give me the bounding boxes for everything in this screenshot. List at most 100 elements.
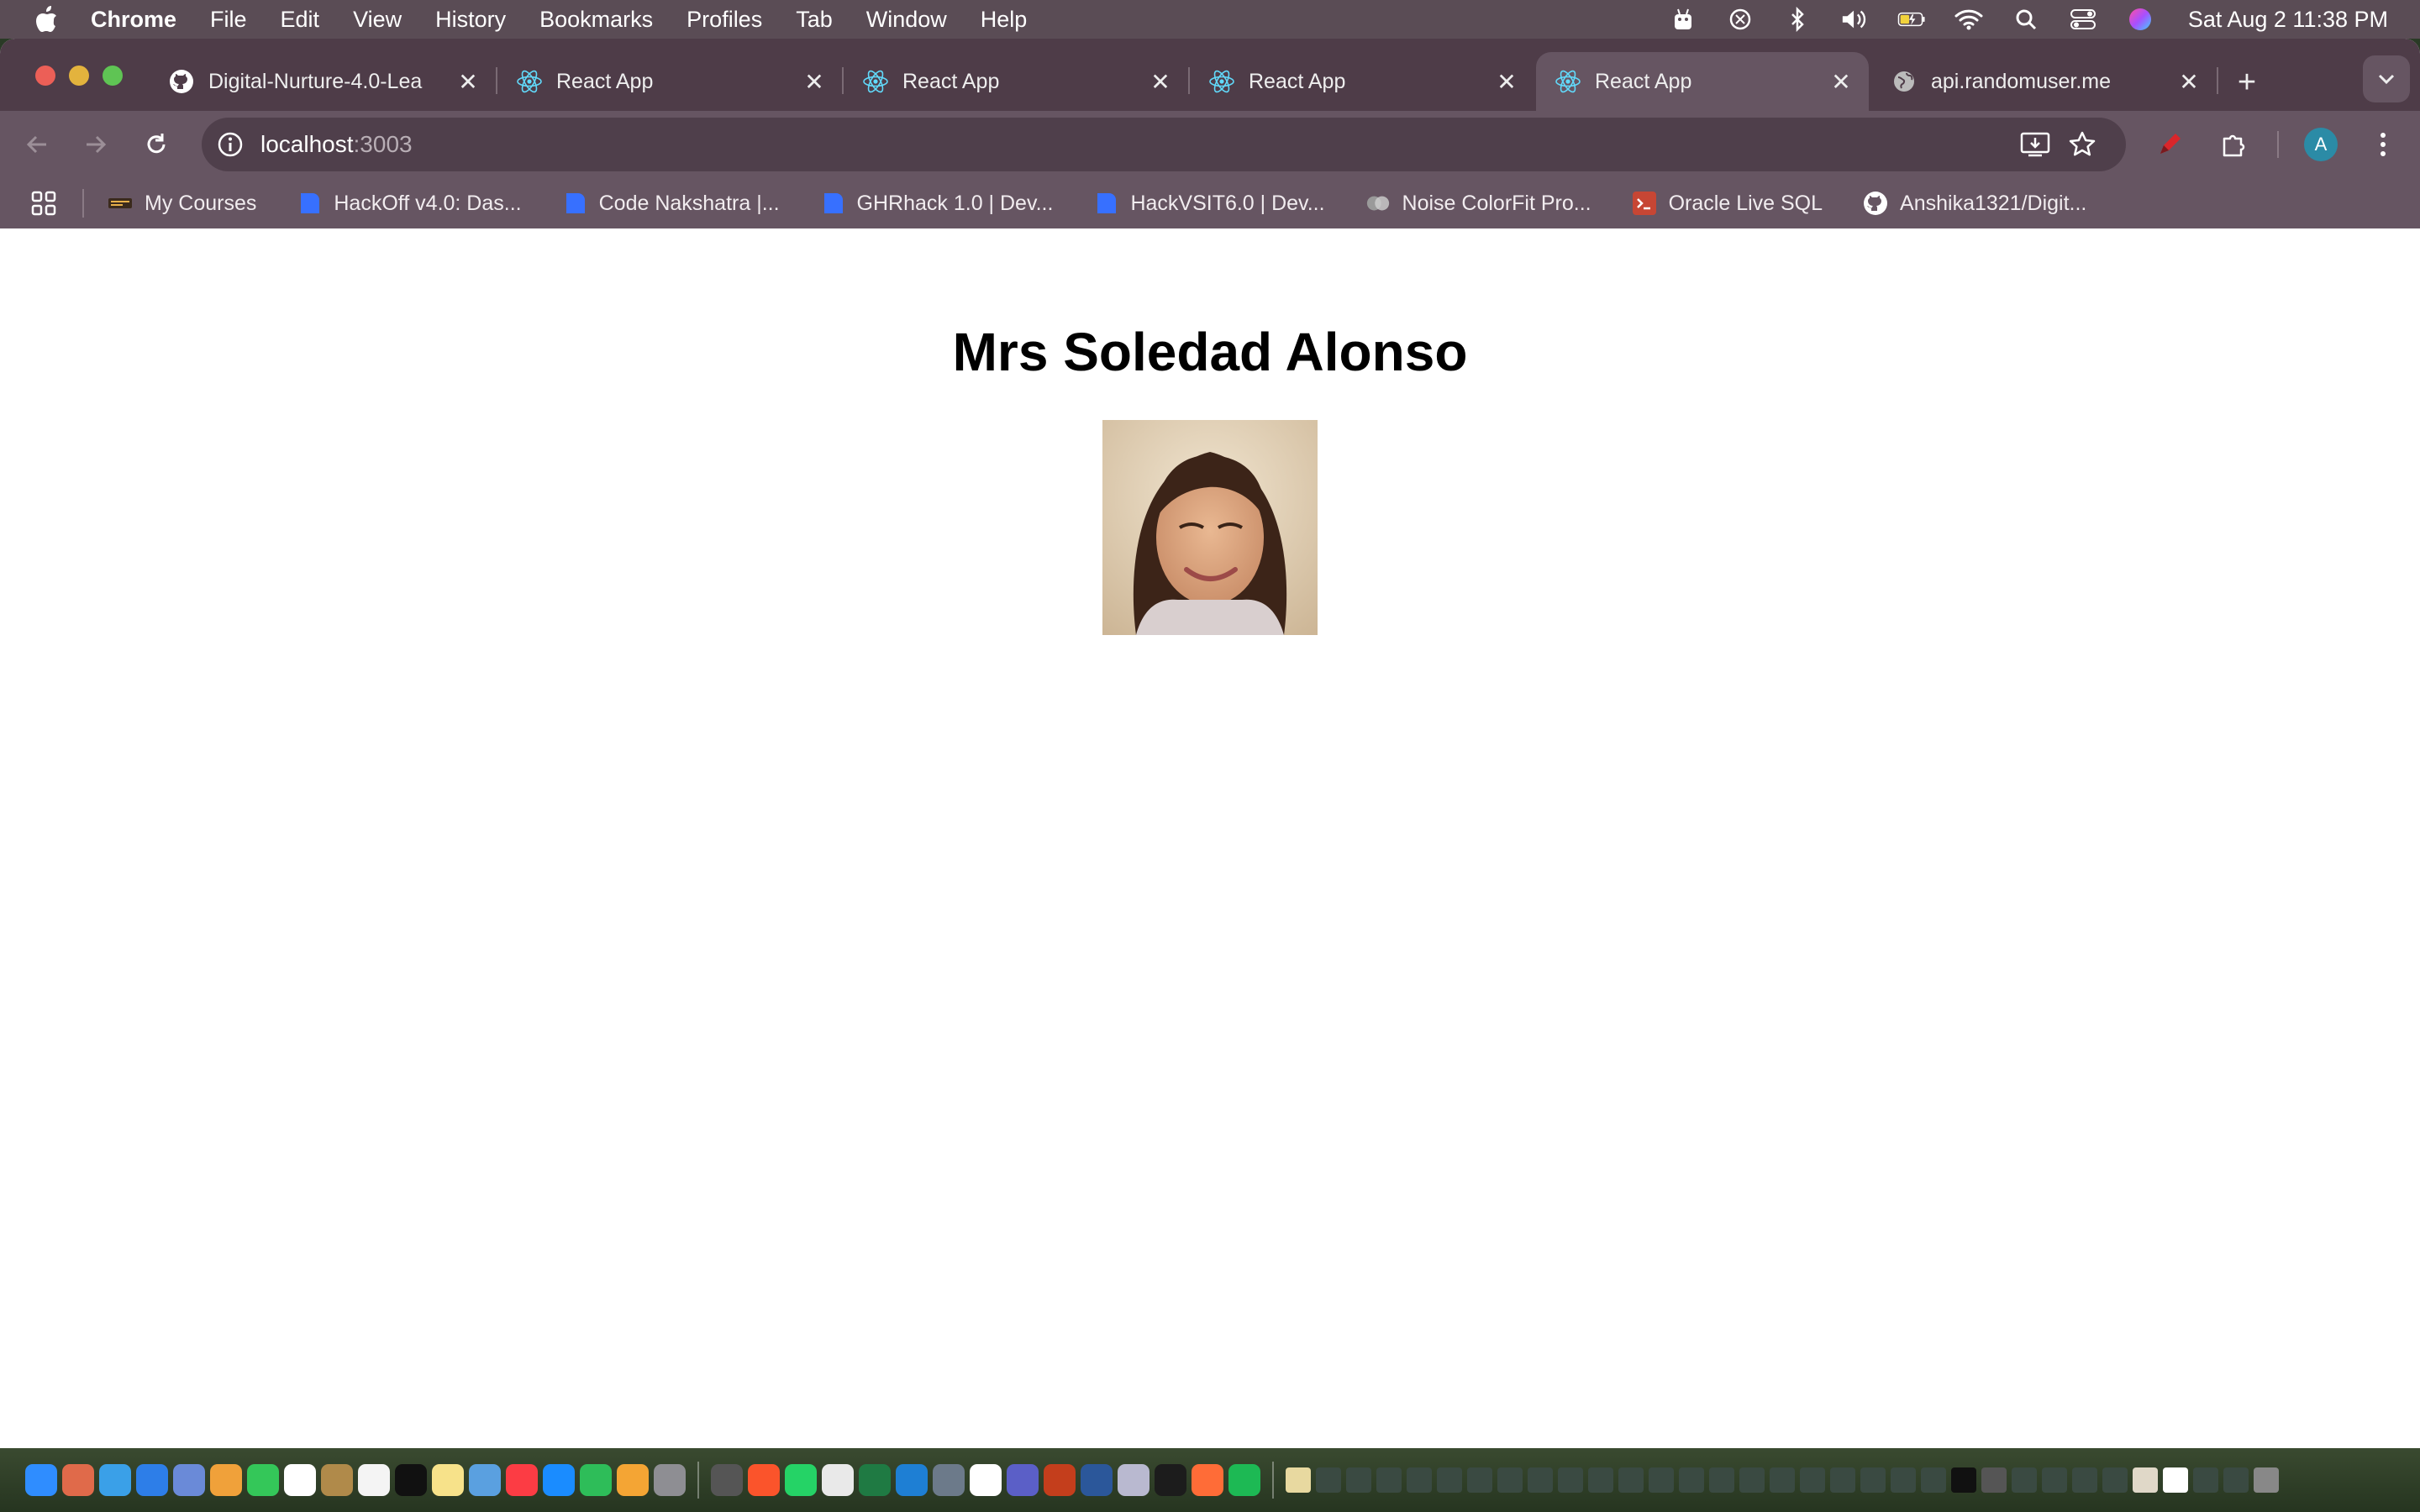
minimized-window-thumbnail[interactable] [1921,1467,1946,1493]
apple-tv-icon[interactable] [395,1464,427,1496]
mysql-workbench-icon[interactable] [933,1464,965,1496]
menu-bookmarks[interactable]: Bookmarks [539,7,653,33]
safari-icon[interactable] [99,1464,131,1496]
minimized-window-thumbnail[interactable] [1316,1467,1341,1493]
reminders-icon[interactable] [358,1464,390,1496]
extensions-puzzle-icon[interactable] [2213,124,2254,165]
minimized-window-thumbnail[interactable] [1860,1467,1886,1493]
apps-grid-icon[interactable] [27,186,60,220]
bookmark-hackvsit[interactable]: HackVSIT6.0 | Dev... [1081,191,1325,216]
site-info-icon[interactable] [215,129,245,160]
siri-icon[interactable] [2126,5,2154,34]
close-tab-icon[interactable]: ✕ [455,69,481,95]
contacts-icon[interactable] [321,1464,353,1496]
app-store-icon[interactable] [543,1464,575,1496]
minimized-window-thumbnail[interactable] [1618,1467,1644,1493]
fullscreen-window-button[interactable] [103,66,123,86]
facetime-icon[interactable] [247,1464,279,1496]
close-window-button[interactable] [35,66,55,86]
minimized-window-thumbnail[interactable] [1981,1467,2007,1493]
minimized-window-thumbnail[interactable] [2193,1467,2218,1493]
tab-digital-nurture[interactable]: Digital-Nurture-4.0-Lea ✕ [150,52,496,111]
minimized-window-thumbnail[interactable] [1739,1467,1765,1493]
minimized-window-thumbnail[interactable] [1528,1467,1553,1493]
minimized-window-thumbnail[interactable] [1830,1467,1855,1493]
menu-history[interactable]: History [435,7,506,33]
minimized-window-thumbnail[interactable] [1437,1467,1462,1493]
minimized-window-thumbnail[interactable] [1558,1467,1583,1493]
bookmark-oracle-live-sql[interactable]: Oracle Live SQL [1620,191,1823,216]
finder-icon[interactable] [25,1464,57,1496]
minimized-window-thumbnail[interactable] [2163,1467,2188,1493]
new-tab-button[interactable]: + [2230,65,2264,100]
volume-icon[interactable] [1840,5,1869,34]
bookmark-hackoff[interactable]: HackOff v4.0: Das... [285,191,522,216]
minimized-window-thumbnail[interactable] [1891,1467,1916,1493]
menu-edit[interactable]: Edit [281,7,320,33]
control-center-icon[interactable] [2069,5,2097,34]
minimized-window-thumbnail[interactable] [1497,1467,1523,1493]
install-app-icon[interactable] [2018,128,2052,161]
minimized-window-thumbnail[interactable] [2042,1467,2067,1493]
more-menu-icon[interactable] [2363,124,2403,165]
chatgpt-icon[interactable] [1726,5,1754,34]
terminal-icon[interactable] [1155,1464,1186,1496]
minimized-window-thumbnail[interactable] [2072,1467,2097,1493]
reload-button[interactable] [138,126,175,163]
postman-icon[interactable] [1192,1464,1223,1496]
minimized-window-thumbnail[interactable] [2133,1467,2158,1493]
launchpad-icon[interactable] [62,1464,94,1496]
freeform-icon[interactable] [469,1464,501,1496]
menubar-clock[interactable]: Sat Aug 2 11:38 PM [2188,7,2388,33]
close-tab-icon[interactable]: ✕ [1494,69,1519,95]
url-text[interactable]: localhost:3003 [260,131,413,158]
system-settings-icon[interactable] [654,1464,686,1496]
trash-icon[interactable] [2254,1467,2279,1493]
forward-button[interactable] [77,126,114,163]
calendar-icon[interactable] [284,1464,316,1496]
minimized-window-thumbnail[interactable] [1800,1467,1825,1493]
back-button[interactable] [18,126,55,163]
bookmark-github-repo[interactable]: Anshika1321/Digit... [1851,191,2086,216]
excel-icon[interactable] [859,1464,891,1496]
menu-profiles[interactable]: Profiles [687,7,762,33]
powerpoint-icon[interactable] [1044,1464,1076,1496]
close-tab-icon[interactable]: ✕ [1828,69,1854,95]
minimized-window-thumbnail[interactable] [1407,1467,1432,1493]
profile-avatar[interactable]: A [2304,128,2338,161]
menu-help[interactable]: Help [981,7,1028,33]
photos-icon[interactable] [210,1464,242,1496]
vscode-icon[interactable] [896,1464,928,1496]
close-tab-icon[interactable]: ✕ [802,69,827,95]
minimize-window-button[interactable] [69,66,89,86]
bookmark-my-courses[interactable]: My Courses [96,191,256,216]
minimized-window-thumbnail[interactable] [2223,1467,2249,1493]
minimized-window-thumbnail[interactable] [1709,1467,1734,1493]
menu-file[interactable]: File [210,7,247,33]
bookmark-code-nakshatra[interactable]: Code Nakshatra |... [550,191,780,216]
music-icon[interactable] [506,1464,538,1496]
numbers-icon[interactable] [580,1464,612,1496]
tab-search-button[interactable] [2363,55,2410,102]
spotlight-search-icon[interactable] [2012,5,2040,34]
battery-icon[interactable] [1897,5,1926,34]
tab-react-app-active[interactable]: React App ✕ [1536,52,1869,111]
menu-tab[interactable]: Tab [796,7,833,33]
close-tab-icon[interactable]: ✕ [1148,69,1173,95]
mail-icon[interactable] [136,1464,168,1496]
minimized-window-thumbnail[interactable] [1770,1467,1795,1493]
word-icon[interactable] [1081,1464,1113,1496]
android-icon[interactable] [1669,5,1697,34]
calculator-icon[interactable] [711,1464,743,1496]
minimized-window-thumbnail[interactable] [1588,1467,1613,1493]
bookmark-star-icon[interactable] [2065,128,2099,161]
preview-icon[interactable] [173,1464,205,1496]
minimized-window-thumbnail[interactable] [2102,1467,2128,1493]
minimized-window-thumbnail[interactable] [1679,1467,1704,1493]
pages-icon[interactable] [617,1464,649,1496]
minimized-window-thumbnail[interactable] [1467,1467,1492,1493]
minimized-window-thumbnail[interactable] [1649,1467,1674,1493]
whatsapp-icon[interactable] [785,1464,817,1496]
minimized-window-thumbnail[interactable] [2012,1467,2037,1493]
system-info-icon[interactable] [1118,1464,1150,1496]
